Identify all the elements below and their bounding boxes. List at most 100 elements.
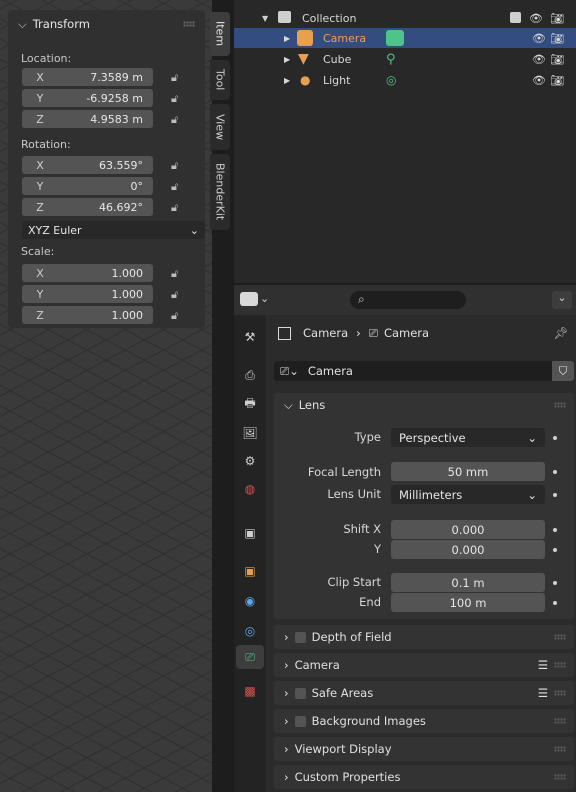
- checkbox-icon[interactable]: [510, 12, 521, 23]
- keyframe-dot-icon[interactable]: [553, 581, 557, 585]
- transform-panel-header[interactable]: ⌵ Transform: [8, 10, 205, 38]
- safe-areas-checkbox[interactable]: [294, 687, 306, 699]
- output-icon[interactable]: 🖶︎: [242, 395, 258, 411]
- rotation-mode-dropdown[interactable]: XYZ Euler ⌄: [22, 221, 205, 239]
- background-images-panel[interactable]: › Background Images: [274, 709, 574, 733]
- background-images-checkbox[interactable]: [294, 715, 306, 727]
- lens-panel-header[interactable]: ⌵ Lens: [274, 393, 574, 417]
- lock-icon[interactable]: 🔓︎: [171, 201, 185, 214]
- search-input[interactable]: ⌕: [350, 291, 466, 309]
- lock-icon[interactable]: 🔓︎: [171, 288, 185, 301]
- outliner-item-cube[interactable]: ▶ ▼ Cube ⚲ 👁︎ 📷︎: [234, 49, 576, 69]
- depth-of-field-panel[interactable]: › Depth of Field: [274, 625, 574, 649]
- outliner-item-light[interactable]: ▶ ● Light ◎ 👁︎ 📷︎: [234, 70, 576, 90]
- location-x-field[interactable]: X 7.3589 m: [22, 68, 153, 86]
- location-z-field[interactable]: Z 4.9583 m: [22, 110, 153, 128]
- outliner-item-label: Cube: [323, 52, 352, 66]
- drag-handle-icon[interactable]: [554, 690, 566, 696]
- eye-icon[interactable]: 👁︎: [529, 12, 543, 25]
- location-y-field[interactable]: Y -6.9258 m: [22, 89, 153, 107]
- lock-icon[interactable]: 🔓︎: [171, 71, 185, 84]
- depth-of-field-checkbox[interactable]: [294, 631, 306, 643]
- drag-handle-icon[interactable]: [554, 662, 566, 668]
- physics-icon[interactable]: ◉: [242, 593, 258, 609]
- keyframe-dot-icon[interactable]: [553, 436, 557, 440]
- chevron-right-icon: ▶: [284, 75, 291, 85]
- camera-render-icon[interactable]: 📷︎: [550, 53, 564, 66]
- drag-handle-icon[interactable]: [554, 718, 566, 724]
- viewport-display-panel[interactable]: › Viewport Display: [274, 737, 574, 761]
- focal-length-label: Focal Length: [307, 465, 381, 479]
- tab-item[interactable]: Item: [210, 12, 230, 56]
- custom-properties-panel[interactable]: › Custom Properties: [274, 765, 574, 789]
- collection-icon[interactable]: ▣: [242, 525, 258, 541]
- camera-render-icon[interactable]: 📷︎: [550, 74, 564, 87]
- rotation-y-field[interactable]: Y 0°: [22, 177, 153, 195]
- lock-icon[interactable]: 🔓︎: [171, 113, 185, 126]
- lock-icon[interactable]: 🔓︎: [171, 267, 185, 280]
- tab-tool[interactable]: Tool: [210, 60, 230, 100]
- object-icon[interactable]: ▣: [242, 563, 258, 579]
- world-icon[interactable]: ◍: [242, 481, 258, 497]
- constraints-icon[interactable]: ◎: [242, 623, 258, 639]
- shift-x-field[interactable]: 0.000: [391, 520, 545, 539]
- eye-icon[interactable]: 👁︎: [532, 32, 546, 45]
- keyframe-dot-icon[interactable]: [553, 601, 557, 605]
- lens-unit-dropdown[interactable]: Millimeters ⌄: [391, 485, 545, 504]
- outliner-item-camera[interactable]: ▶ Camera 👁︎ 📷︎: [234, 28, 576, 48]
- scale-x-field[interactable]: X 1.000: [22, 264, 153, 282]
- pin-icon[interactable]: 📌︎: [553, 326, 568, 340]
- drag-handle-icon[interactable]: [183, 21, 195, 27]
- eye-icon[interactable]: 👁︎: [532, 53, 546, 66]
- lock-icon[interactable]: 🔓︎: [171, 159, 185, 172]
- clip-start-field[interactable]: 0.1 m: [391, 573, 545, 592]
- datablock-name[interactable]: Camera: [308, 364, 353, 378]
- rotation-z-field[interactable]: Z 46.692°: [22, 198, 153, 216]
- type-label: Type: [354, 430, 381, 444]
- presets-list-icon[interactable]: ☰: [538, 658, 548, 672]
- focal-length-field[interactable]: 50 mm: [391, 462, 545, 481]
- type-dropdown[interactable]: Perspective ⌄: [391, 428, 545, 447]
- fake-user-shield-icon[interactable]: ⛉: [552, 361, 574, 381]
- camera-render-icon[interactable]: 📷︎: [550, 12, 564, 25]
- scene-icon[interactable]: ⚙︎: [242, 453, 258, 469]
- datablock-selector[interactable]: ⎚⌄ Camera ⛉: [274, 361, 574, 381]
- mesh-data-icon[interactable]: ⚲: [386, 52, 396, 67]
- render-icon[interactable]: ⎙︎: [242, 367, 258, 383]
- panel-title: Camera: [294, 658, 340, 672]
- options-dropdown[interactable]: ⌄: [552, 291, 572, 309]
- scale-y-field[interactable]: Y 1.000: [22, 285, 153, 303]
- camera-render-icon[interactable]: 📷︎: [550, 32, 564, 45]
- camera-panel[interactable]: › Camera ☰: [274, 653, 574, 677]
- outliner-collection-row[interactable]: ▼ Collection 👁︎ 📷︎: [234, 8, 576, 28]
- light-data-icon[interactable]: ◎: [386, 73, 396, 87]
- keyframe-dot-icon[interactable]: [553, 528, 557, 532]
- tool-icon[interactable]: ⚒︎: [242, 329, 258, 345]
- texture-icon[interactable]: ▩: [242, 683, 258, 699]
- drag-handle-icon[interactable]: [554, 402, 566, 408]
- drag-handle-icon[interactable]: [554, 634, 566, 640]
- drag-handle-icon[interactable]: [554, 746, 566, 752]
- keyframe-dot-icon[interactable]: [553, 493, 557, 497]
- lock-icon[interactable]: 🔓︎: [171, 309, 185, 322]
- view-layer-icon[interactable]: 🖼︎: [242, 425, 258, 441]
- keyframe-dot-icon[interactable]: [553, 548, 557, 552]
- keyframe-dot-icon[interactable]: [553, 470, 557, 474]
- camera-data-icon[interactable]: [386, 30, 404, 46]
- eye-icon[interactable]: 👁︎: [532, 74, 546, 87]
- tab-view[interactable]: View: [210, 104, 230, 150]
- lock-icon[interactable]: 🔓︎: [171, 180, 185, 193]
- camera-data-icon[interactable]: ⎚⌄: [280, 364, 299, 379]
- chevron-down-icon[interactable]: ⌄: [260, 292, 269, 305]
- editor-type-icon[interactable]: [240, 292, 258, 306]
- clip-end-field[interactable]: 100 m: [391, 593, 545, 612]
- lock-icon[interactable]: 🔓︎: [171, 92, 185, 105]
- shift-y-field[interactable]: 0.000: [391, 540, 545, 559]
- lens-panel-title: Lens: [298, 398, 326, 412]
- drag-handle-icon[interactable]: [554, 774, 566, 780]
- safe-areas-panel[interactable]: › Safe Areas ☰: [274, 681, 574, 705]
- rotation-x-field[interactable]: X 63.559°: [22, 156, 153, 174]
- presets-list-icon[interactable]: ☰: [538, 686, 548, 700]
- scale-z-field[interactable]: Z 1.000: [22, 306, 153, 324]
- tab-blenderkit[interactable]: BlenderKit: [210, 154, 230, 230]
